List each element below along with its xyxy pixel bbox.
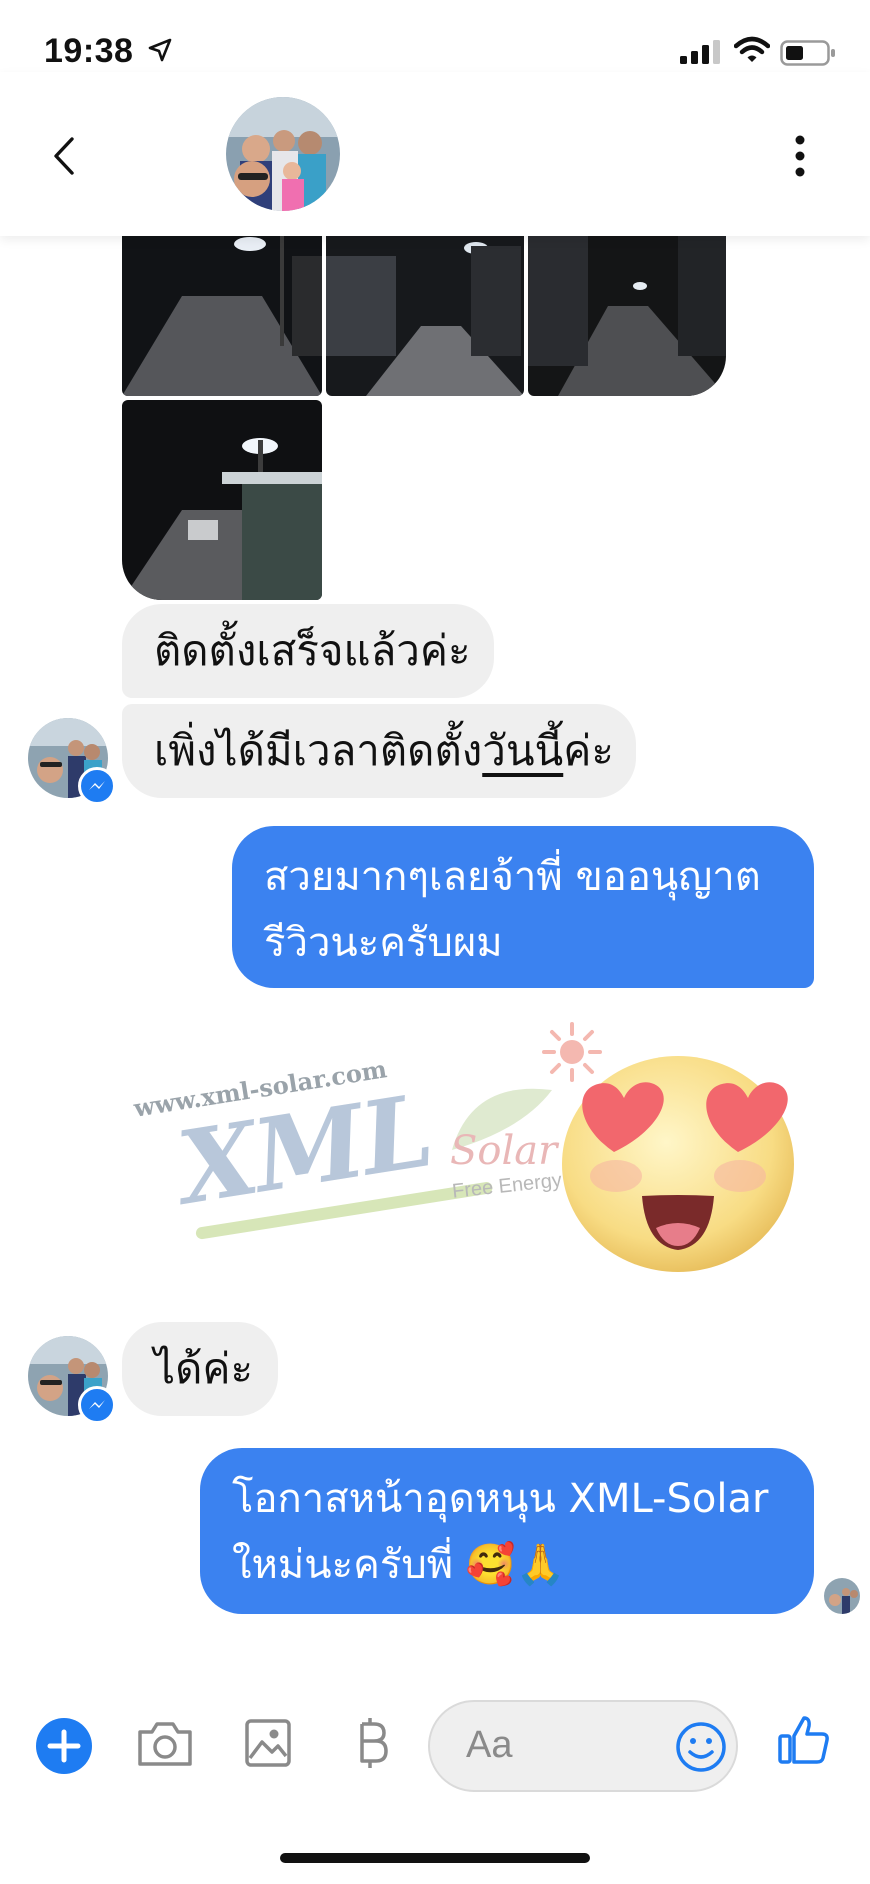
battery-icon — [780, 40, 835, 66]
watermark-solar: Solar — [450, 1128, 558, 1174]
night-street-photo-1[interactable] — [122, 236, 322, 396]
more-options-icon[interactable] — [790, 134, 810, 178]
message-text: ได้ค่ะ — [154, 1344, 254, 1393]
message-text: ติดตั้งเสร็จแล้วค่ะ — [154, 626, 471, 675]
messenger-badge-icon — [78, 767, 116, 805]
night-street-photo-4[interactable] — [122, 400, 322, 600]
contact-avatar[interactable] — [226, 97, 340, 211]
sticker-message[interactable]: www.xml-solar.com XML Solar Free Energy … — [130, 1010, 830, 1280]
baht-currency-icon[interactable] — [350, 1714, 390, 1772]
message-text-line: รีวิวนะครับผม — [264, 920, 503, 966]
message-text-line: ใหม่นะครับพี่ 🥰🙏 — [232, 1542, 566, 1588]
heart-eyes-emoji-icon — [562, 1056, 794, 1272]
message-text-line: โอกาสหน้าอุดหนุน XML-Solar — [232, 1476, 769, 1522]
outgoing-message[interactable]: สวยมากๆเลยจ้าพี่ ขออนุญาต รีวิวนะครับผม — [232, 826, 814, 988]
incoming-message[interactable]: ได้ค่ะ — [122, 1322, 278, 1416]
message-input-placeholder: Aa — [466, 1724, 513, 1766]
message-input[interactable]: Aa — [428, 1700, 738, 1792]
plus-button[interactable] — [36, 1718, 92, 1774]
status-time: 19:38 — [44, 32, 134, 70]
messenger-badge-icon — [78, 1386, 116, 1424]
camera-icon[interactable] — [136, 1718, 194, 1768]
image-icon[interactable] — [244, 1718, 292, 1768]
watermark-tagline: Free Energy — [451, 1169, 563, 1203]
night-street-photo-3[interactable] — [528, 236, 726, 396]
status-bar: 19:38 — [0, 0, 870, 78]
chat-header — [0, 72, 870, 236]
cellular-signal-icon — [680, 40, 720, 64]
location-arrow-icon — [148, 38, 172, 62]
home-indicator — [280, 1853, 590, 1863]
incoming-message[interactable]: เพิ่งได้มีเวลาติดตั้งวันนี้ค่ะ — [122, 704, 636, 798]
message-composer: Aa — [0, 1690, 870, 1810]
underlined-date-word[interactable]: วันนี้ — [482, 726, 563, 775]
message-text: เพิ่งได้มีเวลาติดตั้งวันนี้ค่ะ — [154, 726, 614, 775]
back-chevron-icon[interactable] — [50, 136, 80, 176]
plus-icon — [47, 1729, 81, 1763]
message-text-line: สวยมากๆเลยจ้าพี่ ขออนุญาต — [264, 854, 761, 900]
thumbs-up-icon[interactable] — [776, 1712, 832, 1768]
seen-receipt-avatar — [824, 1578, 860, 1614]
emoji-smiley-icon[interactable] — [674, 1720, 728, 1774]
wifi-icon — [734, 36, 770, 62]
outgoing-message[interactable]: โอกาสหน้าอุดหนุน XML-Solar ใหม่นะครับพี่… — [200, 1448, 814, 1614]
incoming-message[interactable]: ติดตั้งเสร็จแล้วค่ะ — [122, 604, 494, 698]
night-street-photo-2[interactable] — [326, 236, 524, 396]
